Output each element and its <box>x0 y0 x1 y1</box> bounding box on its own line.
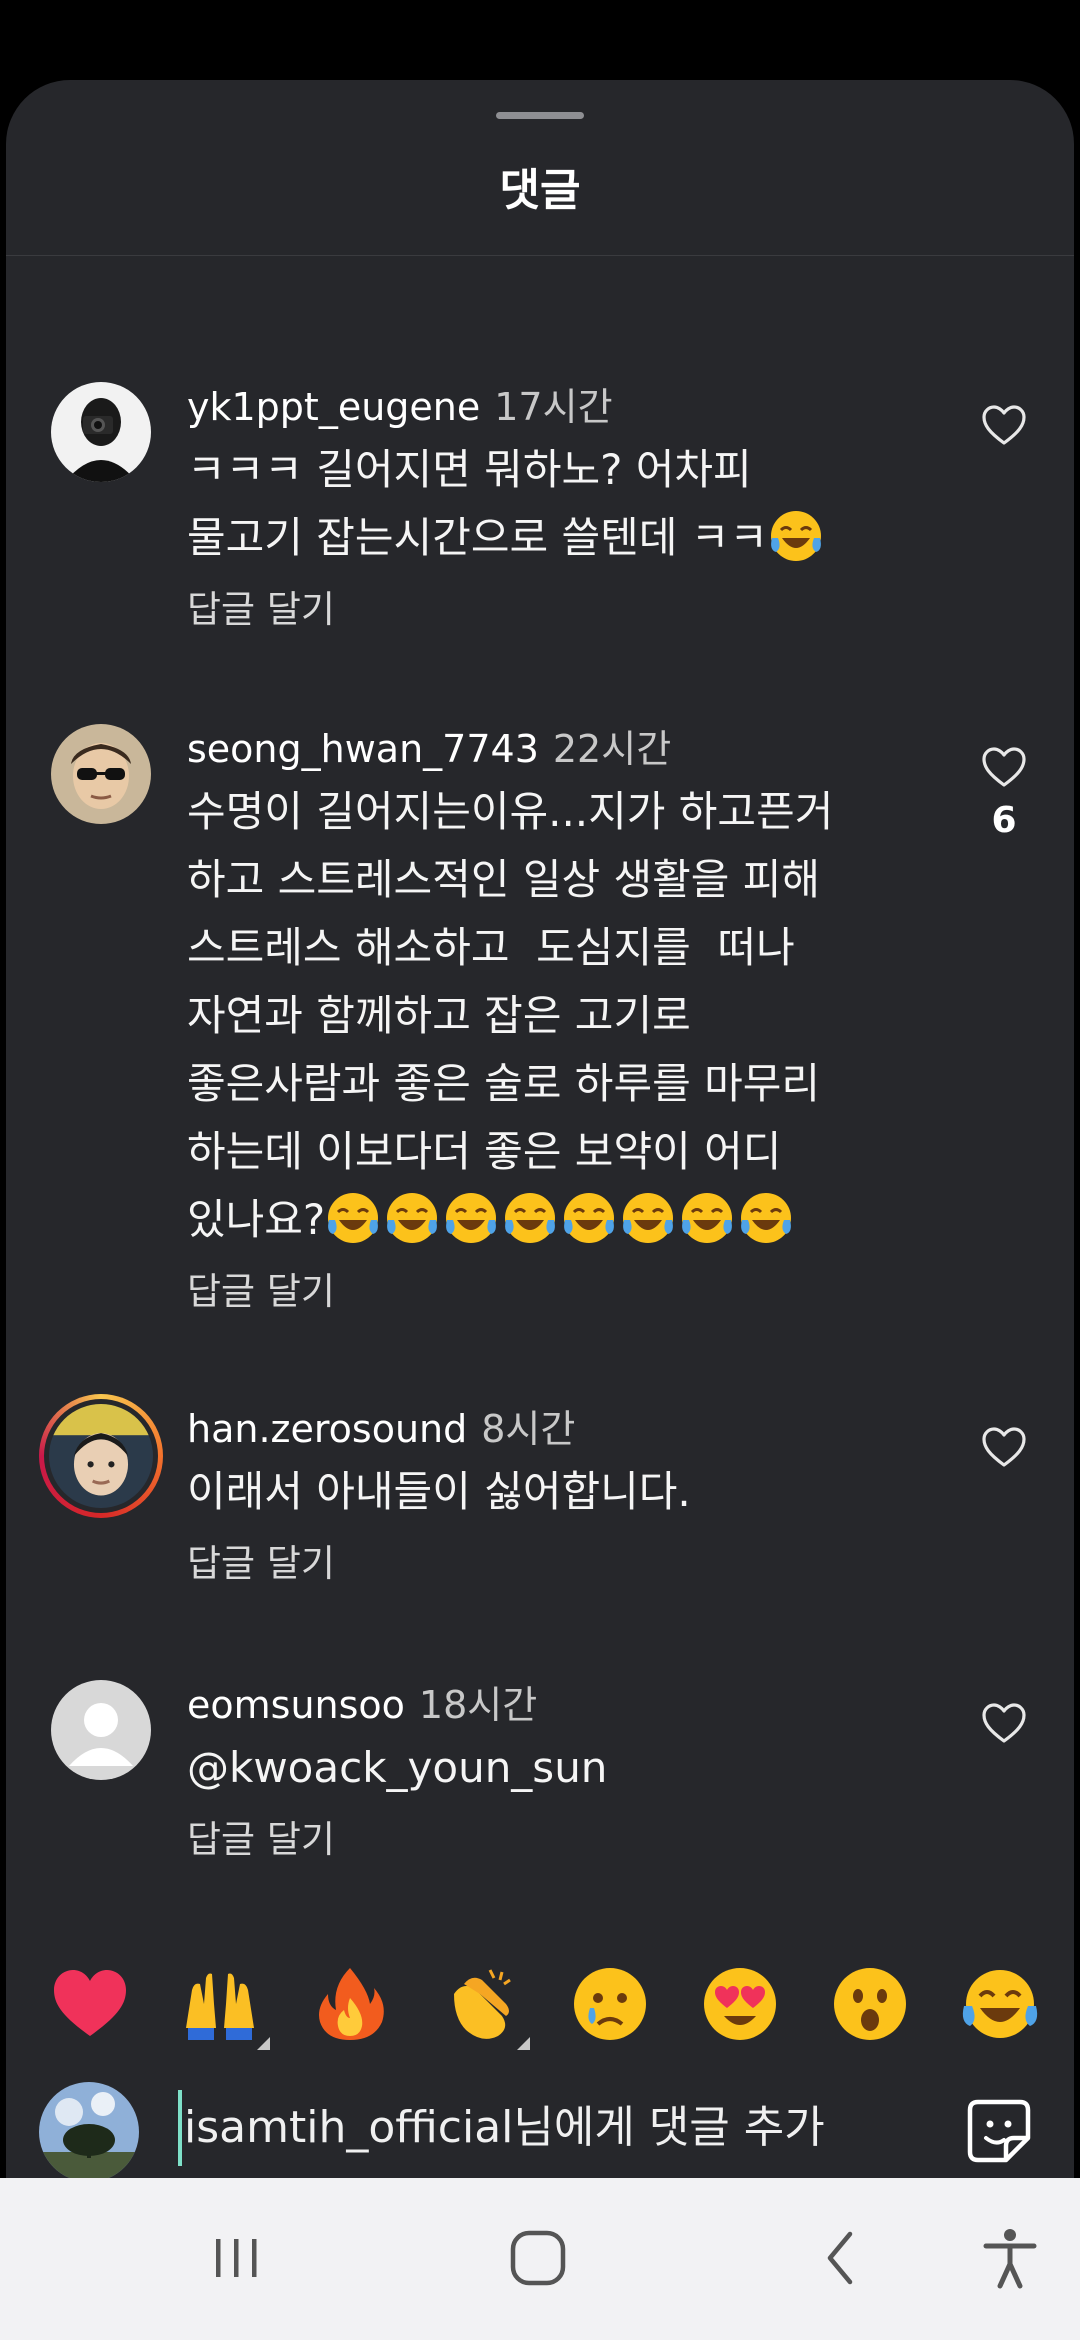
fire-icon[interactable] <box>310 1964 390 2044</box>
comment-body: seong_hwan_7743 22시간 수명이 길어지는이유...지가 하고픈거… <box>187 724 927 1320</box>
comment-text-line: 자연과 함께하고 잡은 고기로 <box>187 991 691 1040</box>
heart-outline-icon <box>982 1427 1026 1467</box>
red-heart-icon[interactable] <box>50 1964 130 2044</box>
current-user-avatar <box>39 2082 139 2178</box>
avatar[interactable] <box>51 1680 151 1780</box>
comment-body: eomsunsoo 18시간 @kwoack_youn_sun 답글 달기 <box>187 1680 927 1868</box>
comment-composer <box>6 2070 1074 2178</box>
sticker-icon[interactable] <box>966 2098 1032 2164</box>
like-button[interactable] <box>976 1702 1032 1748</box>
comment-time: 17시간 <box>494 385 613 429</box>
like-button[interactable] <box>976 1426 1032 1472</box>
comment-username[interactable]: eomsunsoo <box>187 1683 405 1727</box>
like-button[interactable]: 6 <box>976 746 1032 841</box>
accessibility-button[interactable] <box>970 2226 1050 2290</box>
emoji-quick-bar <box>6 1936 1074 2066</box>
reply-button[interactable]: 답글 달기 <box>187 1812 927 1868</box>
comment-text-line: 하는데 이보다더 좋은 보약이 어디 <box>187 1127 782 1176</box>
back-icon <box>827 2231 853 2285</box>
reply-button[interactable]: 답글 달기 <box>187 1264 927 1320</box>
heart-outline-icon <box>982 747 1026 787</box>
comment-body: han.zerosound 8시간 이래서 아내들이 싫어합니다. 답글 달기 <box>187 1404 927 1592</box>
comment-text: ㅋㅋㅋ 길어지면 뭐하노? 어차피 물고기 잡는시간으로 쓸텐데 ㅋㅋ <box>187 436 927 572</box>
comment-time: 18시간 <box>418 1683 538 1727</box>
comment-text: 이래서 아내들이 싫어합니다. <box>187 1458 927 1526</box>
sheet-drag-handle[interactable] <box>496 112 584 119</box>
home-icon <box>510 2230 566 2286</box>
text-caret <box>178 2090 182 2166</box>
tears-of-joy-icon <box>328 1193 379 1243</box>
comment-text-line: 하고 스트레스적인 일상 생활을 피해 <box>187 855 821 904</box>
tears-of-joy-icon <box>682 1193 733 1243</box>
recent-apps-icon <box>216 2239 257 2277</box>
comment-text-line: 이래서 아내들이 싫어합니다. <box>187 1467 691 1516</box>
tears-of-joy-icon <box>387 1193 438 1243</box>
comment-text-line: @kwoack_youn_sun <box>187 1743 608 1792</box>
recent-apps-button[interactable] <box>196 2226 276 2290</box>
accessibility-icon <box>983 2229 1037 2289</box>
like-count: 6 <box>991 800 1017 841</box>
sheet-title: 댓글 <box>499 165 581 216</box>
tears-of-joy-icon <box>771 511 822 561</box>
avatar[interactable] <box>51 382 151 482</box>
comment-input[interactable] <box>184 2084 884 2170</box>
comment-text-line: ㅋㅋㅋ 길어지면 뭐하노? 어차피 <box>187 445 752 494</box>
comment-text: @kwoack_youn_sun <box>187 1734 927 1802</box>
skin-tone-indicator <box>257 2037 270 2050</box>
tears-of-joy-icon <box>505 1193 556 1243</box>
comment-list[interactable]: yk1ppt_eugene 17시간 ㅋㅋㅋ 길어지면 뭐하노? 어차피 물고기 … <box>6 256 1074 1936</box>
like-button[interactable] <box>976 404 1032 450</box>
story-ring[interactable] <box>39 1394 163 1518</box>
comment-text-line: 있나요? <box>187 1195 326 1244</box>
surprised-face-icon[interactable] <box>830 1964 910 2044</box>
crying-face-icon[interactable] <box>570 1964 650 2044</box>
comment-username[interactable]: seong_hwan_7743 <box>187 727 539 771</box>
home-button[interactable] <box>498 2226 578 2290</box>
comment-time: 8시간 <box>481 1407 576 1451</box>
tears-of-joy-icon <box>741 1193 792 1243</box>
comment-text-line: 스트레스 해소하고 도심지를 떠나 <box>187 923 795 972</box>
comment-time: 22시간 <box>552 727 672 771</box>
avatar[interactable] <box>51 724 151 824</box>
comment-text-line: 좋은사람과 좋은 술로 하루를 마무리 <box>187 1059 821 1108</box>
raising-hands-icon[interactable] <box>180 1964 270 2050</box>
comment-username[interactable]: han.zerosound <box>187 1407 467 1451</box>
tears-of-joy-icon <box>564 1193 615 1243</box>
avatar <box>49 1404 153 1508</box>
heart-outline-icon <box>982 1703 1026 1743</box>
tears-of-joy-icon <box>446 1193 497 1243</box>
back-button[interactable] <box>800 2226 880 2290</box>
comment-body: yk1ppt_eugene 17시간 ㅋㅋㅋ 길어지면 뭐하노? 어차피 물고기 … <box>187 382 927 638</box>
comment-text: 수명이 길어지는이유...지가 하고픈거 하고 스트레스적인 일상 생활을 피해… <box>187 778 927 1254</box>
skin-tone-indicator <box>517 2037 530 2050</box>
comment-username[interactable]: yk1ppt_eugene <box>187 385 480 429</box>
clapping-hands-icon[interactable] <box>440 1964 530 2050</box>
reply-button[interactable]: 답글 달기 <box>187 1536 927 1592</box>
heart-eyes-icon[interactable] <box>700 1964 780 2044</box>
comment-text-line: 물고기 잡는시간으로 쓸텐데 ㅋㅋ <box>187 513 769 562</box>
system-navigation-bar <box>0 2178 1080 2340</box>
tears-of-joy-icon <box>623 1193 674 1243</box>
comment-text-line: 수명이 길어지는이유...지가 하고픈거 <box>187 787 834 836</box>
emoji-row <box>325 1193 797 1244</box>
comments-sheet: 댓글 yk1ppt_eugene 17시간 ㅋㅋㅋ 길어지면 뭐하노? 어차피 물… <box>6 80 1074 2178</box>
tears-of-joy-icon[interactable] <box>960 1964 1040 2044</box>
heart-outline-icon <box>982 405 1026 445</box>
reply-button[interactable]: 답글 달기 <box>187 582 927 638</box>
